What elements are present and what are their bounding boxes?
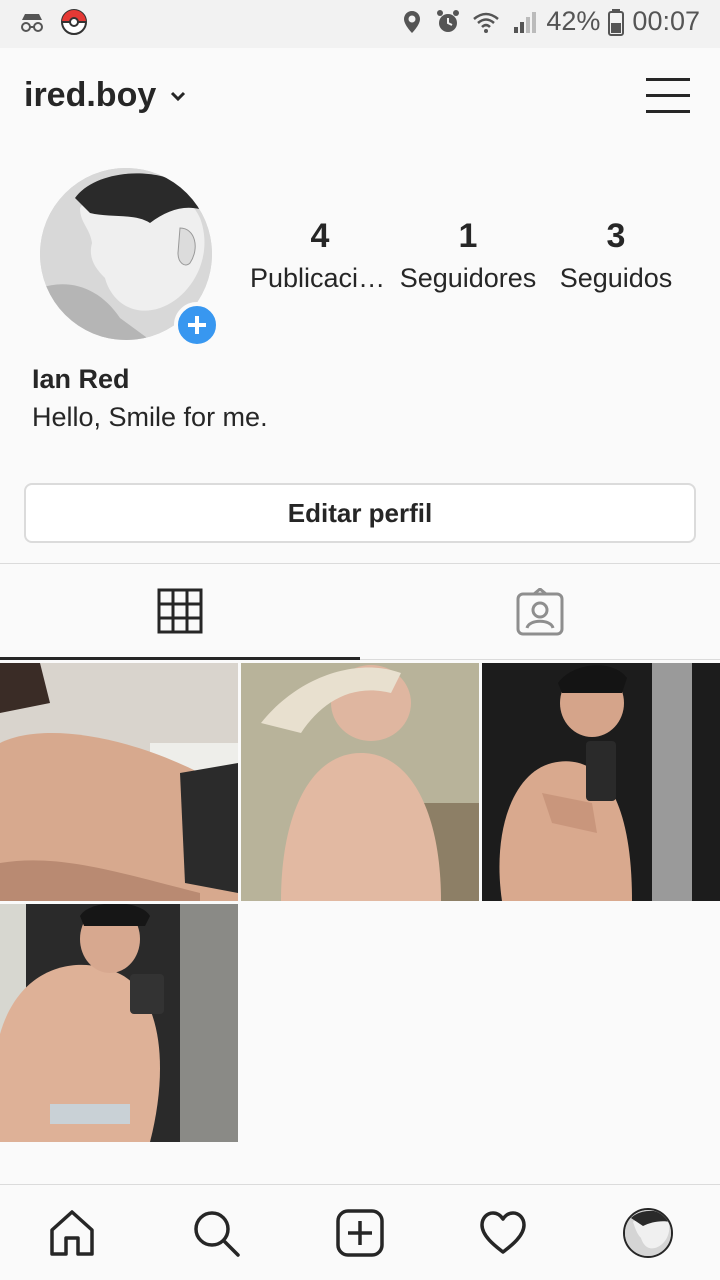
status-bar: 42% 00:07 [0, 0, 720, 48]
stat-followers-count: 1 [458, 217, 478, 255]
nav-home[interactable] [44, 1205, 100, 1261]
clock: 00:07 [632, 6, 700, 36]
pokeball-icon [61, 9, 87, 35]
profile-avatar-wrap[interactable] [40, 168, 220, 348]
tab-grid[interactable] [0, 564, 360, 660]
nav-profile[interactable] [620, 1205, 676, 1261]
post-thumbnail[interactable] [482, 663, 720, 901]
post-thumbnail[interactable] [0, 663, 238, 901]
stat-posts[interactable]: 4 Publicaciones [246, 212, 394, 302]
stat-following-count: 3 [606, 217, 626, 255]
nav-search[interactable] [188, 1205, 244, 1261]
profile-stats: 4 Publicaciones 1 Seguidores 3 Seguidos [246, 212, 692, 302]
battery-icon [608, 8, 625, 36]
alarm-icon [437, 9, 460, 32]
add-story-button[interactable] [174, 302, 220, 348]
stat-following-label: Seguidos [559, 263, 673, 293]
nav-add-post[interactable] [332, 1205, 388, 1261]
bottom-nav [0, 1184, 720, 1280]
post-thumbnail[interactable] [0, 904, 238, 1142]
battery-percent: 42% [546, 6, 601, 36]
profile-header: ired.boy [0, 48, 720, 148]
post-thumbnail[interactable] [241, 663, 479, 901]
chevron-down-icon[interactable] [168, 86, 188, 106]
incognito-icon [21, 14, 43, 32]
tab-tagged[interactable] [360, 564, 720, 660]
stat-posts-label: Publicaciones [250, 263, 394, 293]
stat-followers[interactable]: 1 Seguidores [394, 212, 542, 302]
stat-followers-label: Seguidores [399, 263, 537, 293]
home-icon [50, 1210, 94, 1256]
stat-posts-count: 4 [310, 217, 330, 255]
location-icon [404, 10, 421, 33]
wifi-icon [473, 12, 500, 33]
status-right-icons: 42% 00:07 [398, 6, 700, 37]
profile-tabs [0, 563, 720, 661]
edit-profile-button[interactable]: Editar perfil [24, 483, 696, 543]
tagged-icon [516, 587, 564, 635]
add-post-icon [336, 1209, 384, 1257]
signal-icon [514, 11, 537, 33]
profile-avatar-small [623, 1208, 673, 1258]
heart-icon [480, 1211, 526, 1254]
username-switcher[interactable]: ired.boy [24, 76, 156, 115]
hamburger-menu-icon[interactable] [646, 76, 690, 114]
search-icon [194, 1211, 240, 1257]
nav-activity[interactable] [475, 1205, 531, 1261]
grid-icon [157, 588, 203, 633]
profile-full-name: Ian Red [32, 364, 130, 394]
stat-following[interactable]: 3 Seguidos [542, 212, 690, 302]
profile-bio: Hello, Smile for me. [32, 402, 268, 432]
status-left-icons [18, 8, 88, 36]
